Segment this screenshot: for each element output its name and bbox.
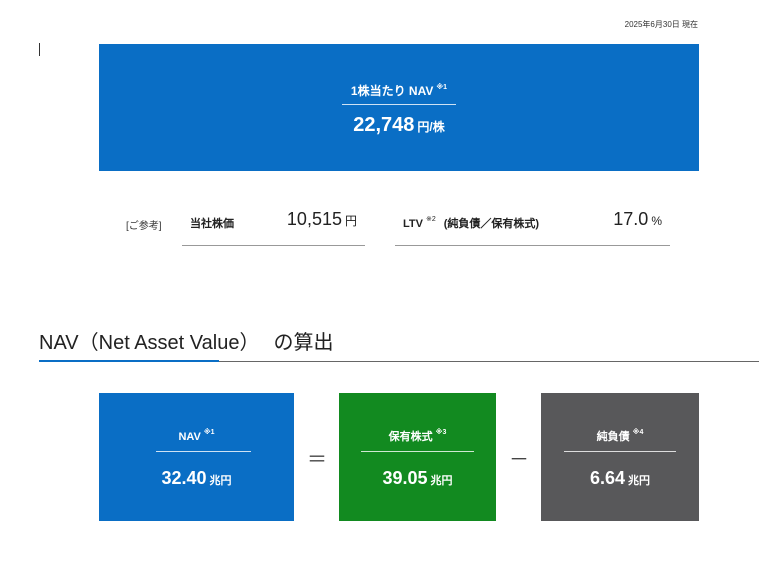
nav-total-card: NAV ※1 32.40 兆円: [99, 393, 294, 521]
net-debt-card: 純負債 ※4 6.64 兆円: [541, 393, 699, 521]
stock-price-label: 当社株価: [190, 218, 234, 230]
section-title-en: NAV（Net Asset Value）: [39, 332, 260, 354]
as-of-date: 2025年6月30日 現在: [624, 20, 698, 29]
nav-total-label-text: NAV: [178, 431, 201, 443]
ltv-label: LTV ※2 (純負債／保有株式): [403, 215, 539, 231]
net-debt-value: 6.64 兆円: [541, 468, 699, 489]
divider: [361, 451, 474, 452]
nav-per-share-number: 22,748: [353, 114, 415, 136]
nav-per-share-unit: 円/株: [417, 120, 445, 134]
ltv-formula: (純負債／保有株式): [443, 218, 540, 230]
nav-per-share-card: 1株当たり NAV ※1 22,748 円/株: [99, 44, 699, 171]
divider: [156, 451, 251, 452]
holdings-label-text: 保有株式: [388, 431, 433, 443]
ltv-number: 17.0: [613, 209, 649, 229]
nav-total-unit: 兆円: [209, 475, 232, 487]
reference-label: [ご参考]: [126, 221, 162, 232]
stock-price-number: 10,515: [286, 209, 342, 229]
ltv-unit: %: [651, 214, 662, 228]
minus-sign: －: [509, 449, 529, 471]
text-cursor: [39, 43, 40, 56]
net-debt-number: 6.64: [589, 468, 626, 488]
stock-price-value: 10,515 円: [287, 209, 357, 230]
stock-price-unit: 円: [344, 214, 357, 228]
note-2-marker: ※2: [425, 216, 436, 223]
holdings-number: 39.05: [382, 468, 428, 488]
holdings-label: 保有株式 ※3: [339, 428, 496, 444]
divider: [342, 104, 456, 105]
equals-sign: ＝: [307, 449, 327, 471]
net-debt-label: 純負債 ※4: [541, 428, 699, 444]
note-3-marker: ※3: [435, 429, 447, 436]
nav-per-share-label: 1株当たり NAV ※1: [99, 82, 699, 99]
note-4-marker: ※4: [632, 429, 644, 436]
nav-per-share-value: 22,748 円/株: [99, 114, 699, 137]
section-title-jp: の算出: [273, 332, 334, 354]
nav-total-label: NAV ※1: [99, 428, 294, 443]
ltv-block: LTV ※2 (純負債／保有株式) 17.0%: [395, 205, 670, 246]
ltv-label-text: LTV: [403, 218, 423, 230]
note-1-marker: ※1: [203, 429, 215, 436]
section-title: NAV（Net Asset Value） の算出: [39, 326, 333, 355]
section-underline-accent: [39, 360, 219, 362]
nav-total-value: 32.40 兆円: [99, 468, 294, 489]
divider: [564, 451, 676, 452]
nav-per-share-label-text: 1株当たり NAV: [350, 84, 434, 98]
stock-price-block: 当社株価 10,515 円: [182, 205, 365, 246]
nav-total-number: 32.40: [161, 468, 207, 488]
note-1-marker: ※1: [436, 84, 448, 91]
holdings-card: 保有株式 ※3 39.05 兆円: [339, 393, 496, 521]
holdings-unit: 兆円: [430, 475, 453, 487]
net-debt-label-text: 純負債: [596, 431, 630, 443]
net-debt-unit: 兆円: [628, 475, 651, 487]
holdings-value: 39.05 兆円: [339, 468, 496, 489]
ltv-value: 17.0%: [613, 209, 662, 230]
